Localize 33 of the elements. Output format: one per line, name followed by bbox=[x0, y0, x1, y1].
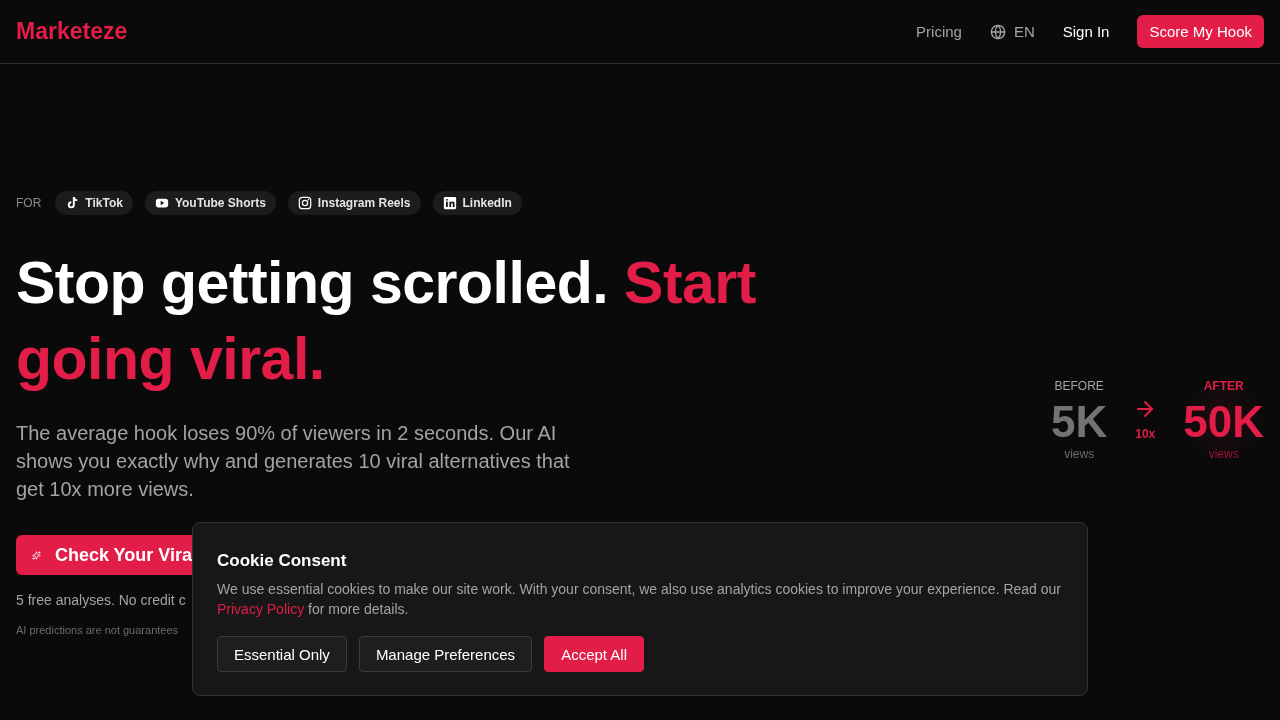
cookie-option-button[interactable]: Essential Only bbox=[217, 636, 347, 672]
platform-chip: TikTok bbox=[55, 191, 133, 215]
cookie-title: Cookie Consent bbox=[217, 551, 348, 571]
subtitle: The average hook loses 90% of viewers in 2 seconds. Our AI shows you exactly why and generates 10 viral alternatives that get 10x more views. bbox=[16, 421, 571, 502]
globe-icon bbox=[989, 23, 1006, 40]
disclaimer: AI predictions are not guarantees bbox=[16, 624, 180, 636]
note-icon bbox=[65, 196, 80, 210]
free-analyses-note: 5 free analyses. No credit c bbox=[16, 592, 187, 608]
before-label: BEFORE bbox=[1054, 378, 1104, 393]
before-unit: views bbox=[1064, 446, 1095, 461]
after-value: 50K bbox=[1183, 396, 1264, 447]
accept-button[interactable]: Accept All bbox=[544, 636, 644, 672]
platform-chip: Instagram Reels bbox=[287, 191, 421, 215]
score-hook-button[interactable]: Score My Hook bbox=[1137, 15, 1264, 48]
platform-chip: YouTube Shorts bbox=[144, 191, 276, 215]
for-label: FOR bbox=[16, 196, 42, 210]
in-icon bbox=[442, 196, 457, 210]
play-icon bbox=[154, 196, 169, 210]
camera-icon bbox=[297, 196, 312, 210]
after-label: AFTER bbox=[1203, 378, 1244, 393]
headline: Stop getting scrolled. Start going viral. bbox=[16, 249, 757, 394]
check-viral-button[interactable]: Check Your Vira bbox=[16, 535, 192, 575]
cookie-option-button[interactable]: Manage Preferences bbox=[358, 636, 533, 672]
cookie-text: We use essential cookies to make our site work. With your consent, we also use analytics cookies to improve your experience. Read our Privacy Policy for more details. bbox=[217, 580, 1063, 619]
multiplier: 10x bbox=[1135, 426, 1156, 441]
language-selector[interactable]: EN bbox=[989, 23, 1035, 40]
platform-chip: LinkedIn bbox=[432, 191, 522, 215]
after-unit: views bbox=[1208, 446, 1239, 461]
logo[interactable]: Marketeze bbox=[16, 18, 917, 45]
pricing-link[interactable]: Pricing bbox=[916, 23, 962, 40]
privacy-policy-link[interactable]: Privacy Policy bbox=[217, 601, 305, 617]
sign-in-link[interactable]: Sign In bbox=[1062, 23, 1110, 40]
before-value: 5K bbox=[1051, 396, 1108, 447]
